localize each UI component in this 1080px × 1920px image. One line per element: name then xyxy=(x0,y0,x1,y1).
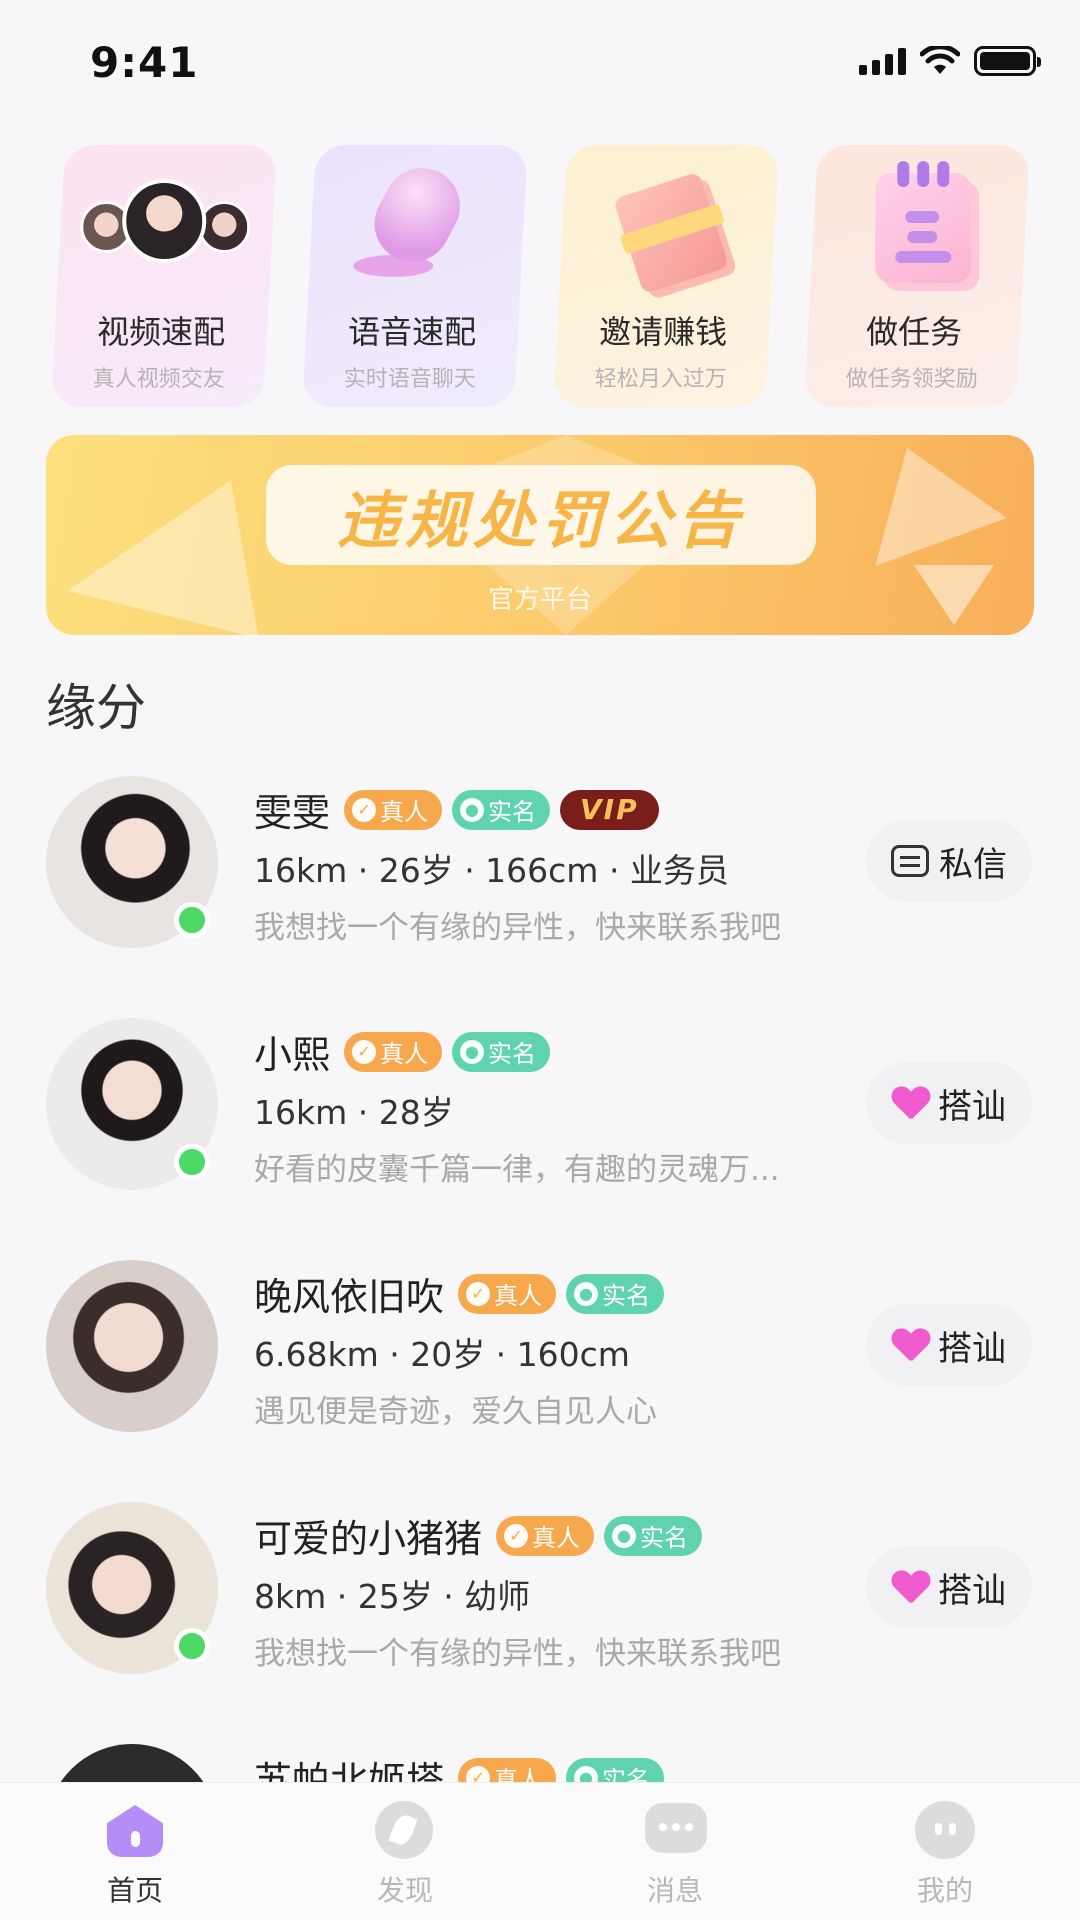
user-name: 小熙 xyxy=(254,1033,331,1077)
microphone-icon xyxy=(317,154,517,303)
chat-bubble-icon xyxy=(645,1803,707,1853)
online-status-dot xyxy=(174,1628,210,1664)
bottom-tab-bar: 首页 发现 消息 我的 xyxy=(0,1782,1080,1920)
feature-subtitle: 做任务领奖励 xyxy=(845,367,978,392)
real-name-badge: ● 实名 xyxy=(452,1031,551,1072)
greet-button-label: 搭讪 xyxy=(938,1570,1006,1611)
greet-button[interactable]: 搭讪 xyxy=(866,1062,1032,1144)
tab-discover[interactable]: 发现 xyxy=(270,1783,540,1920)
user-name: 晚风依旧吹 xyxy=(254,1275,445,1319)
user-name-line: 雯雯 ✓ 真人 ● 实名 VIP xyxy=(254,782,659,837)
user-row[interactable]: 晚风依旧吹 ✓ 真人 ● 实名 6.68km · 20岁 · 160cm 遇见便是奇… xyxy=(0,1254,1080,1496)
tab-label: 我的 xyxy=(916,1874,973,1907)
online-status-dot xyxy=(174,902,210,938)
tab-home[interactable]: 首页 xyxy=(0,1783,270,1920)
greet-button-label: 搭讪 xyxy=(938,1086,1006,1127)
online-status-dot xyxy=(174,1144,210,1180)
video-match-avatars-icon xyxy=(66,163,266,303)
feature-card-invite[interactable]: 邀请赚钱 轻松月入过万 xyxy=(553,145,779,407)
feature-card-tasks[interactable]: 做任务 做任务领奖励 xyxy=(804,145,1030,407)
user-name: 可爱的小猪猪 xyxy=(254,1517,483,1561)
user-row[interactable]: 小熙 ✓ 真人 ● 实名 16km · 28岁 好看的皮囊千篇一律，有趣的灵魂万..… xyxy=(0,1012,1080,1254)
tab-profile[interactable]: 我的 xyxy=(810,1783,1080,1920)
verified-check-icon: ✓ xyxy=(352,797,377,822)
user-name-line: 小熙 ✓ 真人 ● 实名 xyxy=(254,1024,551,1079)
user-list: 雯雯 ✓ 真人 ● 实名 VIP 16km · 26岁 · 166cm · 业务员 … xyxy=(0,770,1080,1920)
notebook-icon xyxy=(819,161,1019,303)
user-meta: 8km · 25岁 · 幼师 xyxy=(254,1577,531,1616)
user-meta: 6.68km · 20岁 · 160cm xyxy=(254,1335,630,1374)
real-person-badge: ✓ 真人 xyxy=(344,1031,443,1072)
verified-check-icon: ✓ xyxy=(504,1523,529,1548)
user-meta: 16km · 28岁 xyxy=(254,1093,454,1132)
tab-label: 消息 xyxy=(646,1874,703,1907)
feature-title: 语音速配 xyxy=(348,313,477,351)
profile-face-icon xyxy=(915,1801,975,1859)
user-row[interactable]: 雯雯 ✓ 真人 ● 实名 VIP 16km · 26岁 · 166cm · 业务员 … xyxy=(0,770,1080,1012)
real-name-badge: ● 实名 xyxy=(452,789,551,830)
avatar[interactable] xyxy=(46,1260,218,1432)
tab-messages[interactable]: 消息 xyxy=(540,1783,810,1920)
section-title: 缘分 xyxy=(46,679,146,737)
message-button-label: 私信 xyxy=(939,844,1007,885)
feature-card-video-match[interactable]: 视频速配 真人视频交友 xyxy=(51,145,277,407)
verified-check-icon: ✓ xyxy=(466,1281,491,1306)
feature-title: 做任务 xyxy=(866,313,963,351)
status-bar: 9:41 xyxy=(0,0,1080,128)
feature-title: 邀请赚钱 xyxy=(599,313,728,351)
real-name-badge: ● 实名 xyxy=(604,1515,703,1556)
real-person-badge: ✓ 真人 xyxy=(458,1273,557,1314)
battery-icon xyxy=(974,46,1041,76)
message-icon xyxy=(891,845,929,877)
real-person-badge: ✓ 真人 xyxy=(344,789,443,830)
user-bio: 遇见便是奇迹，爱久自见人心 xyxy=(254,1394,657,1430)
status-time: 9:41 xyxy=(90,38,199,87)
person-icon: ● xyxy=(574,1281,599,1306)
greet-button[interactable]: 搭讪 xyxy=(866,1304,1032,1386)
greet-button-label: 搭讪 xyxy=(938,1328,1006,1369)
feature-subtitle: 实时语音聊天 xyxy=(343,367,476,392)
user-name-line: 可爱的小猪猪 ✓ 真人 ● 实名 xyxy=(254,1508,703,1563)
person-icon: ● xyxy=(460,797,485,822)
wifi-icon xyxy=(920,46,960,74)
user-name: 雯雯 xyxy=(254,791,331,835)
heart-icon xyxy=(892,1571,928,1603)
user-bio: 我想找一个有缘的异性，快来联系我吧 xyxy=(254,910,781,946)
banner-subtitle: 官方平台 xyxy=(487,585,592,615)
user-bio: 我想找一个有缘的异性，快来联系我吧 xyxy=(254,1636,781,1672)
cellular-signal-icon xyxy=(859,47,906,75)
compass-leaf-icon xyxy=(375,1801,433,1859)
home-icon xyxy=(107,1805,163,1857)
user-bio: 好看的皮囊千篇一律，有趣的灵魂万... xyxy=(254,1152,780,1188)
status-icons xyxy=(859,46,1041,76)
feature-card-voice-match[interactable]: 语音速配 实时语音聊天 xyxy=(302,145,528,407)
feature-cards: 视频速配 真人视频交友 语音速配 实时语音聊天 邀请赚钱 轻松月入过万 做任务 … xyxy=(51,145,1030,407)
user-row[interactable]: 可爱的小猪猪 ✓ 真人 ● 实名 8km · 25岁 · 幼师 我想找一个有缘的异性… xyxy=(0,1496,1080,1738)
person-icon: ● xyxy=(612,1523,637,1548)
banner-title-box: 违规处罚公告 xyxy=(266,465,816,565)
feature-title: 视频速配 xyxy=(97,313,226,351)
feature-subtitle: 轻松月入过万 xyxy=(594,367,727,392)
user-meta: 16km · 26岁 · 166cm · 业务员 xyxy=(254,851,729,890)
real-person-badge: ✓ 真人 xyxy=(496,1515,595,1556)
user-name-line: 晚风依旧吹 ✓ 真人 ● 实名 xyxy=(254,1266,665,1321)
heart-icon xyxy=(892,1087,928,1119)
heart-icon xyxy=(892,1329,928,1361)
cash-stack-icon xyxy=(568,163,768,303)
banner-title: 违规处罚公告 xyxy=(336,484,745,557)
tab-label: 首页 xyxy=(106,1874,163,1907)
announcement-banner[interactable]: 违规处罚公告 官方平台 xyxy=(46,435,1034,635)
verified-check-icon: ✓ xyxy=(352,1039,377,1064)
feature-subtitle: 真人视频交友 xyxy=(92,367,225,392)
real-name-badge: ● 实名 xyxy=(566,1273,665,1314)
person-icon: ● xyxy=(460,1039,485,1064)
vip-badge: VIP xyxy=(560,789,659,830)
message-button[interactable]: 私信 xyxy=(866,820,1032,902)
tab-label: 发现 xyxy=(376,1874,433,1907)
greet-button[interactable]: 搭讪 xyxy=(866,1546,1032,1628)
